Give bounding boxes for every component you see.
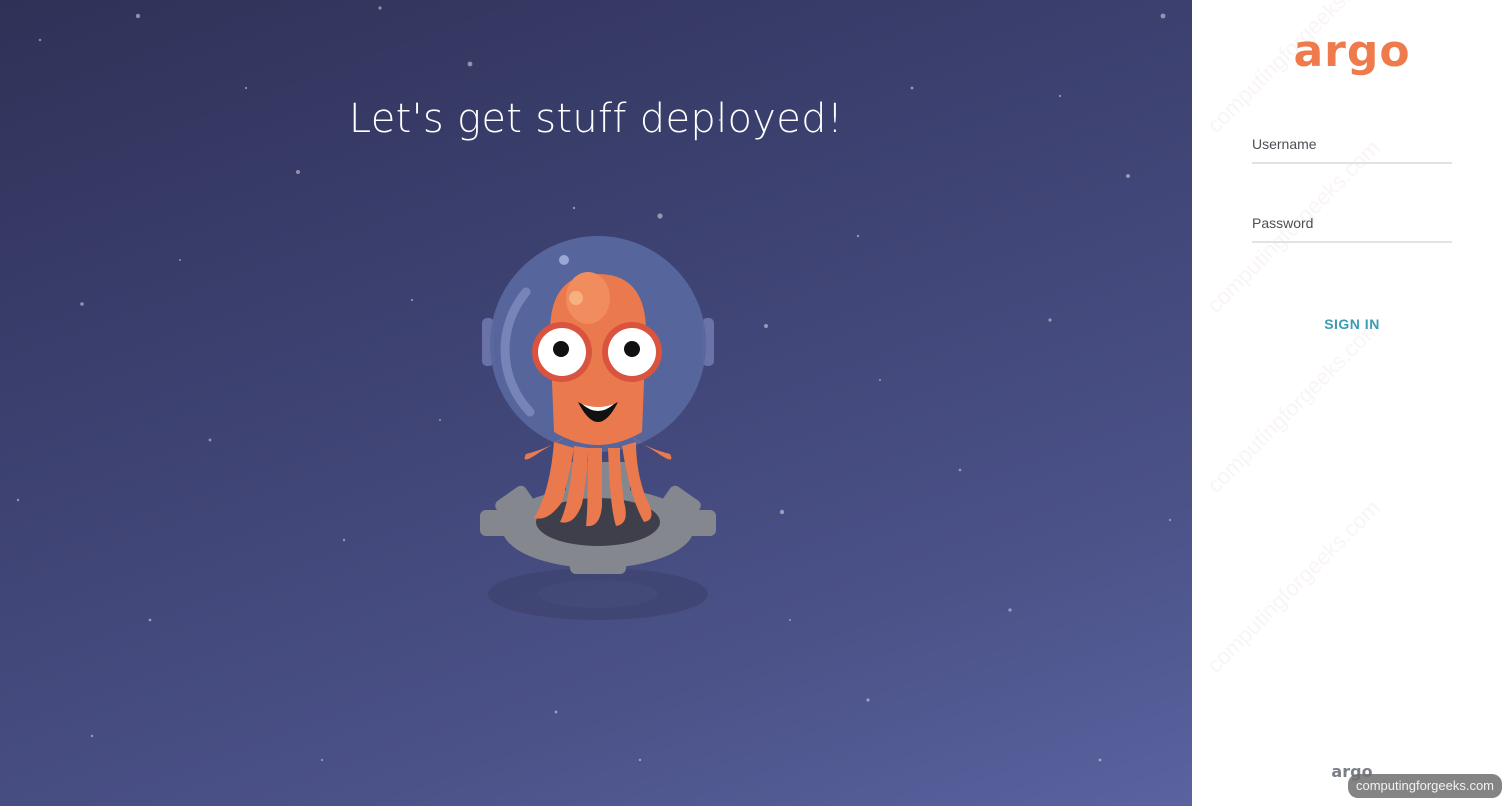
password-field: Password (1252, 215, 1452, 245)
hero-panel: Let's get stuff deployed! (0, 0, 1192, 806)
password-input[interactable] (1252, 215, 1452, 243)
username-field: Username (1252, 136, 1452, 166)
argo-logo: argo (1293, 26, 1411, 77)
watermark-text: computingforgeeks.com (1202, 314, 1385, 498)
argo-octopus-astronaut-icon (480, 236, 716, 620)
login-panel: computingforgeeks.com computingforgeeks.… (1192, 0, 1512, 806)
watermark-text: computingforgeeks.com (1202, 494, 1385, 678)
sign-in-button[interactable]: SIGN IN (1252, 310, 1452, 338)
hero-headline: Let's get stuff deployed! (348, 96, 844, 142)
watermark-badge: computingforgeeks.com (1348, 774, 1503, 798)
login-page: Let's get stuff deployed! computingforge… (0, 0, 1512, 806)
username-input[interactable] (1252, 136, 1452, 164)
